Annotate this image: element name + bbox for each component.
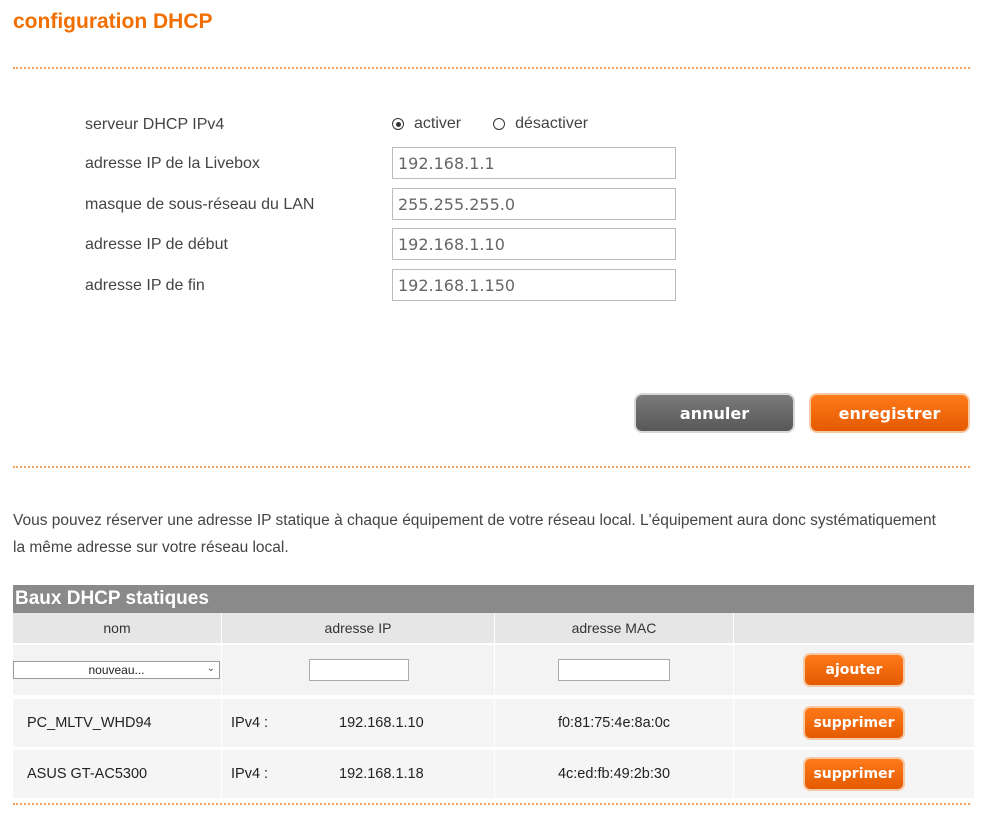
livebox-ip-label: adresse IP de la Livebox: [85, 155, 260, 172]
new-lease-action-cell: ajouter: [734, 645, 974, 695]
device-select-value: nouveau...: [88, 663, 145, 677]
column-header-ip: adresse IP: [222, 613, 495, 643]
lease-mac: f0:81:75:4e:8a:0c: [495, 699, 734, 747]
info-text: Vous pouvez réserver une adresse IP stat…: [13, 512, 936, 556]
table-row: ASUS GT-AC5300 IPv4 : 192.168.1.18 4c:ed…: [13, 750, 974, 798]
dhcp-server-label: serveur DHCP IPv4: [85, 116, 225, 133]
lease-name: ASUS GT-AC5300: [13, 750, 222, 798]
ipv4-prefix: IPv4 :: [231, 715, 269, 731]
save-button[interactable]: enregistrer: [811, 395, 968, 431]
delete-lease-button[interactable]: supprimer: [805, 759, 903, 789]
static-leases-title: Baux DHCP statiques: [13, 585, 974, 613]
page-title: configuration DHCP: [13, 10, 213, 33]
column-header-actions: [734, 613, 974, 643]
lease-action-cell: supprimer: [734, 750, 974, 798]
radio-activer-label: activer: [414, 115, 462, 132]
lease-mac: 4c:ed:fb:49:2b:30: [495, 750, 734, 798]
cancel-button[interactable]: annuler: [636, 395, 793, 431]
dhcp-server-radio-group: activer désactiver: [392, 115, 620, 133]
device-select[interactable]: nouveau... ⌄: [13, 661, 220, 679]
ipv4-prefix: IPv4 :: [231, 766, 269, 782]
lease-ip-cell: IPv4 : 192.168.1.10: [222, 699, 495, 747]
chevron-down-icon: ⌄: [206, 663, 215, 674]
end-ip-label: adresse IP de fin: [85, 277, 205, 294]
subnet-mask-input[interactable]: 255.255.255.0: [392, 188, 676, 220]
start-ip-label: adresse IP de début: [85, 236, 228, 253]
divider-bottom: [13, 803, 970, 805]
delete-lease-button[interactable]: supprimer: [805, 708, 903, 738]
new-lease-ip-cell: [222, 645, 495, 695]
new-lease-row: nouveau... ⌄ ajouter: [13, 645, 974, 695]
end-ip-input[interactable]: 192.168.1.150: [392, 269, 676, 301]
lease-action-cell: supprimer: [734, 699, 974, 747]
subnet-mask-label: masque de sous-réseau du LAN: [85, 196, 315, 213]
radio-activer[interactable]: activer: [392, 115, 461, 133]
column-header-name: nom: [13, 613, 222, 643]
radio-unselected-icon: [493, 118, 506, 130]
new-lease-mac-input[interactable]: [558, 659, 670, 681]
lease-ip: 192.168.1.18: [339, 766, 424, 782]
add-lease-button[interactable]: ajouter: [805, 655, 903, 685]
radio-desactiver-label: désactiver: [515, 115, 589, 132]
table-row: PC_MLTV_WHD94 IPv4 : 192.168.1.10 f0:81:…: [13, 699, 974, 747]
column-header-mac: adresse MAC: [495, 613, 734, 643]
radio-desactiver[interactable]: désactiver: [493, 115, 588, 133]
divider-middle: [13, 466, 970, 468]
lease-ip: 192.168.1.10: [339, 715, 424, 731]
table-column-headers: nom adresse IP adresse MAC: [13, 613, 974, 643]
new-lease-name-cell: nouveau... ⌄: [13, 645, 222, 695]
new-lease-ip-input[interactable]: [309, 659, 409, 681]
livebox-ip-input[interactable]: 192.168.1.1: [392, 147, 676, 179]
lease-ip-cell: IPv4 : 192.168.1.18: [222, 750, 495, 798]
radio-selected-icon: [392, 118, 404, 130]
divider-top: [13, 67, 970, 69]
start-ip-input[interactable]: 192.168.1.10: [392, 228, 676, 260]
new-lease-mac-cell: [495, 645, 734, 695]
lease-name: PC_MLTV_WHD94: [13, 699, 222, 747]
